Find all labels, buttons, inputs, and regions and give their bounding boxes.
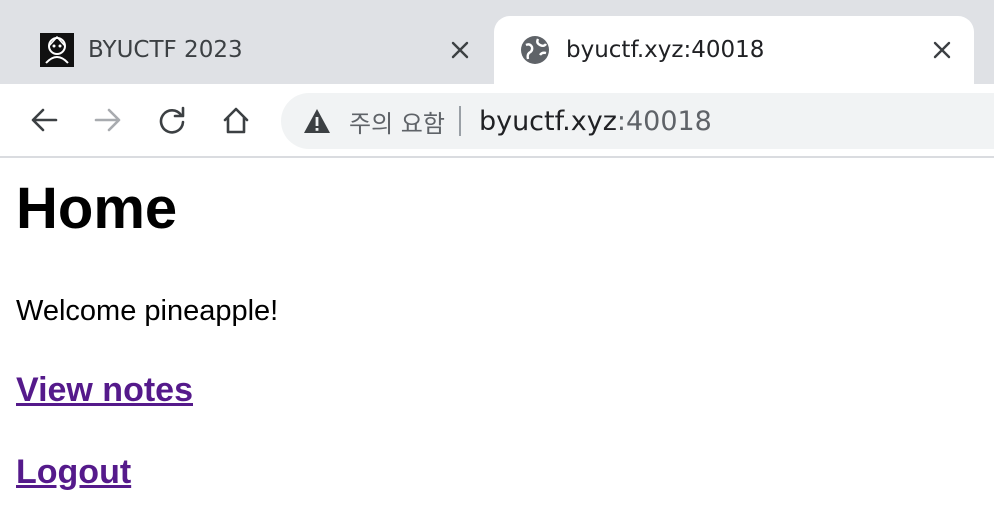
page-content: Home Welcome pineapple! View notes Logou…: [16, 158, 976, 492]
url-port: :40018: [616, 105, 712, 137]
tab-title: BYUCTF 2023: [88, 37, 243, 63]
reload-icon[interactable]: [154, 102, 190, 138]
globe-icon: [518, 33, 552, 67]
welcome-message: Welcome pineapple!: [16, 295, 279, 327]
url-host: byuctf.xyz: [478, 105, 617, 137]
forward-icon[interactable]: [90, 102, 126, 138]
page-title: Home: [16, 176, 178, 241]
browser-toolbar: 주의 요함 byuctf.xyz:40018: [0, 84, 994, 156]
tab-title: byuctf.xyz:40018: [566, 37, 765, 63]
close-icon[interactable]: [928, 36, 956, 64]
home-icon[interactable]: [218, 102, 254, 138]
ctf-logo-icon: [40, 33, 74, 67]
url-text[interactable]: byuctf.xyz:40018: [479, 106, 712, 137]
logout-link[interactable]: Logout: [16, 452, 976, 492]
tab-strip: BYUCTF 2023 byuctf.xyz:40018: [0, 0, 994, 84]
back-icon[interactable]: [26, 102, 62, 138]
address-bar[interactable]: 주의 요함 byuctf.xyz:40018: [281, 93, 994, 149]
warning-icon[interactable]: [303, 107, 331, 135]
close-icon[interactable]: [446, 36, 474, 64]
view-notes-link[interactable]: View notes: [16, 370, 976, 410]
omnibox-divider: [458, 106, 461, 136]
security-status-label[interactable]: 주의 요함: [349, 104, 445, 139]
tab-byuctf-xyz[interactable]: byuctf.xyz:40018: [494, 16, 974, 84]
tab-byuctf-2023[interactable]: BYUCTF 2023: [16, 16, 492, 84]
